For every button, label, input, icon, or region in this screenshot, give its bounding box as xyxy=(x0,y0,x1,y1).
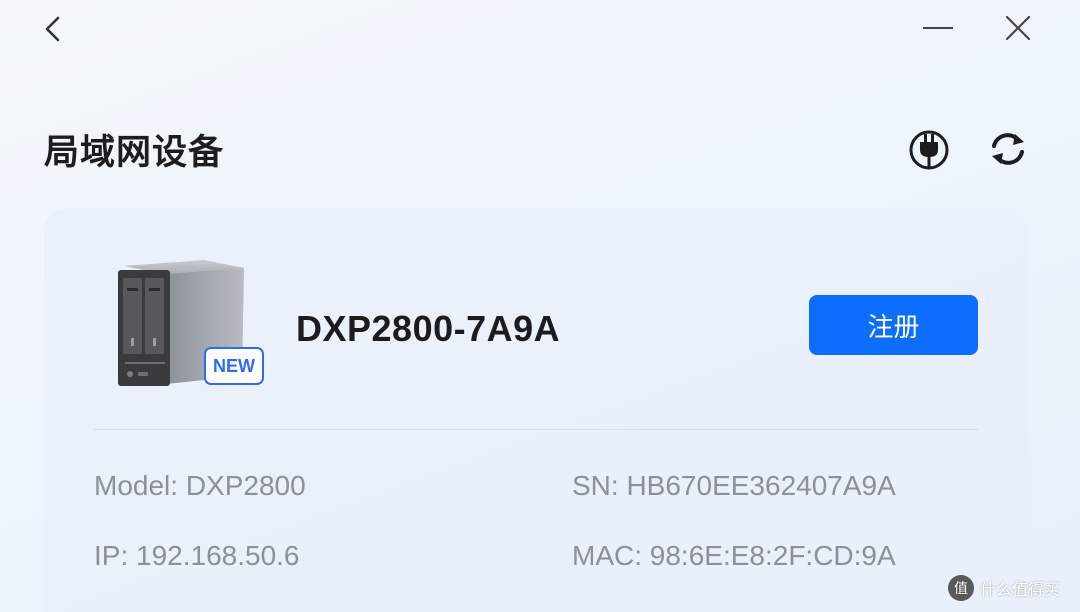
chevron-left-icon xyxy=(45,16,60,42)
device-card[interactable]: NEW DXP2800-7A9A 注册 Model: DXP2800 SN: H… xyxy=(44,208,1028,612)
watermark: 值 什么值得买 xyxy=(948,573,1060,603)
device-serial-number: SN: HB670EE362407A9A xyxy=(572,470,896,501)
device-mac-address: MAC: 98:6E:E8:2F:CD:9A xyxy=(572,540,896,571)
title-bar xyxy=(0,0,1080,60)
watermark-text: 什么值得买 xyxy=(980,580,1061,599)
close-button[interactable] xyxy=(1000,10,1036,46)
page-title: 局域网设备 xyxy=(44,133,225,173)
refresh-icon xyxy=(992,133,1024,165)
device-name: DXP2800-7A9A xyxy=(296,308,561,349)
device-model: Model: DXP2800 xyxy=(94,470,306,501)
register-button[interactable]: 注册 xyxy=(809,295,978,355)
minimize-button[interactable] xyxy=(920,12,956,44)
close-icon xyxy=(1005,15,1031,41)
minimize-icon xyxy=(923,27,953,29)
manual-connect-button[interactable] xyxy=(906,126,952,172)
device-ip-address: IP: 192.168.50.6 xyxy=(94,540,300,571)
back-button[interactable] xyxy=(38,12,70,46)
plug-icon xyxy=(909,130,949,170)
watermark-logo-icon: 值 xyxy=(948,575,974,601)
svg-text:值: 值 xyxy=(954,581,968,597)
new-badge: NEW xyxy=(204,347,264,385)
divider xyxy=(94,429,978,430)
refresh-button[interactable] xyxy=(985,126,1031,172)
